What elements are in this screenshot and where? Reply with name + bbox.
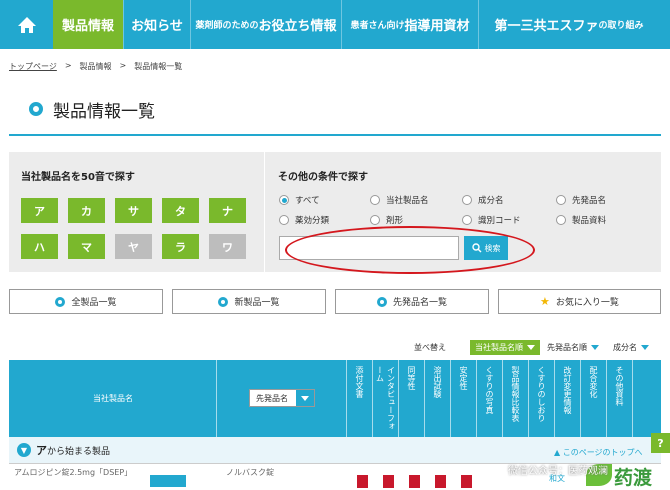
chevron-down-icon bbox=[527, 345, 535, 350]
breadcrumb-products[interactable]: 製品情報 bbox=[80, 61, 112, 72]
pdf-icon[interactable] bbox=[357, 475, 368, 488]
col-drug-photo: くすりの写真 bbox=[477, 360, 503, 437]
col-compatibility: 配合変化 bbox=[581, 360, 607, 437]
radio-original-product[interactable]: 先発品名 bbox=[556, 194, 606, 206]
circle-bullet-icon bbox=[55, 296, 66, 307]
radio-id-code[interactable]: 識別コード bbox=[462, 214, 521, 226]
sort-ingredient[interactable]: 成分名 bbox=[613, 342, 649, 353]
col-comparison: 製品情報比較表 bbox=[503, 360, 529, 437]
kana-button-ka[interactable]: カ bbox=[68, 198, 105, 223]
col-other-materials: その他資料 bbox=[607, 360, 633, 437]
chevron-down-icon: ▼ bbox=[17, 443, 31, 457]
radio-indicator[interactable] bbox=[279, 195, 289, 205]
nav-item-patient-materials[interactable]: 患者さん向け 指導用資材 bbox=[342, 0, 478, 49]
radio-all[interactable]: すべて bbox=[279, 194, 320, 206]
radio-product-materials[interactable]: 製品資料 bbox=[556, 214, 606, 226]
col-package-insert: 添付文書 bbox=[347, 360, 373, 437]
col-equivalence: 同等性 bbox=[399, 360, 425, 437]
kana-button-ma[interactable]: マ bbox=[68, 234, 105, 259]
product-name[interactable]: アムロジピン錠2.5mg「DSEP」 bbox=[14, 467, 132, 478]
col-product: 当社製品名 bbox=[9, 360, 217, 437]
nav-item-news[interactable]: お知らせ bbox=[124, 0, 190, 49]
kana-button-ha[interactable]: ハ bbox=[21, 234, 58, 259]
watermark-brand: 药渡 bbox=[614, 467, 653, 489]
kana-button-sa[interactable]: サ bbox=[115, 198, 152, 223]
kana-button-na[interactable]: ナ bbox=[209, 198, 246, 223]
pdf-icon[interactable] bbox=[409, 475, 420, 488]
dropdown-toggle[interactable] bbox=[296, 390, 314, 406]
highlight-ellipse bbox=[285, 226, 535, 274]
watermark-text: 微信公众号：医药观澜 bbox=[508, 466, 608, 477]
back-to-top-link[interactable]: ▲ このページのトップへ bbox=[554, 447, 643, 458]
circle-bullet-icon bbox=[376, 296, 387, 307]
kana-button-ta[interactable]: タ bbox=[162, 198, 199, 223]
radio-indicator[interactable] bbox=[462, 215, 472, 225]
radio-indicator[interactable] bbox=[279, 215, 289, 225]
pdf-icon[interactable] bbox=[435, 475, 446, 488]
chevron-down-icon bbox=[641, 345, 649, 350]
original-name-select[interactable]: 先発品名 bbox=[249, 389, 315, 407]
original-name: ノルバスク錠 bbox=[226, 468, 274, 477]
radio-indicator[interactable] bbox=[370, 195, 380, 205]
pdf-icon[interactable] bbox=[383, 475, 394, 488]
help-button[interactable]: ? bbox=[651, 433, 670, 453]
breadcrumb-top[interactable]: トップページ bbox=[9, 61, 57, 72]
all-products-button[interactable]: 全製品一覧 bbox=[9, 289, 163, 314]
radio-indicator[interactable] bbox=[556, 195, 566, 205]
page-title: 製品情報一覧 bbox=[53, 101, 155, 122]
home-icon[interactable] bbox=[0, 0, 53, 49]
kana-button-ra[interactable]: ラ bbox=[162, 234, 199, 259]
condition-search-title: その他の条件で探す bbox=[278, 172, 368, 183]
radio-indicator[interactable] bbox=[370, 215, 380, 225]
kana-search-title: 当社製品名を50音で探す bbox=[21, 172, 135, 183]
pdf-icon[interactable] bbox=[461, 475, 472, 488]
col-dissolution: 溶出試験 bbox=[425, 360, 451, 437]
circle-bullet-icon bbox=[29, 102, 43, 116]
sort-company-product[interactable]: 当社製品名順 bbox=[470, 340, 540, 355]
kana-button-ya: ヤ bbox=[115, 234, 152, 259]
radio-dosage-form[interactable]: 剤形 bbox=[370, 214, 403, 226]
kana-button-a[interactable]: ア bbox=[21, 198, 58, 223]
section-label: から始まる製品 bbox=[47, 446, 111, 457]
nav-item-initiatives[interactable]: 第一三共エスファ の取り組み bbox=[479, 0, 659, 49]
circle-bullet-icon bbox=[218, 296, 229, 307]
top-nav: 製品情報 お知らせ 薬剤師のための お役立ち情報 患者さん向け 指導用資材 第一三共… bbox=[0, 0, 670, 49]
sort-original-product[interactable]: 先発品名順 bbox=[547, 342, 599, 353]
star-icon: ★ bbox=[540, 295, 550, 308]
row-button[interactable] bbox=[150, 475, 186, 487]
nav-item-products[interactable]: 製品情報 bbox=[53, 0, 123, 49]
nav-item-useful-info[interactable]: 薬剤師のための お役立ち情報 bbox=[191, 0, 341, 49]
chevron-down-icon bbox=[301, 395, 309, 401]
chevron-down-icon bbox=[591, 345, 599, 350]
favorites-button[interactable]: ★ お気に入り一覧 bbox=[498, 289, 661, 314]
breadcrumb-sep: > bbox=[119, 61, 127, 70]
kana-button-wa: ワ bbox=[209, 234, 246, 259]
col-revision-info: 改訂変更情報 bbox=[555, 360, 581, 437]
radio-efficacy-class[interactable]: 薬効分類 bbox=[279, 214, 329, 226]
radio-company-product[interactable]: 当社製品名 bbox=[370, 194, 429, 206]
radio-indicator[interactable] bbox=[556, 215, 566, 225]
section-prefix: ア bbox=[36, 444, 47, 457]
col-drug-leaflet: くすりのしおり bbox=[529, 360, 555, 437]
col-interview-form: インタビューフォーム bbox=[373, 360, 399, 437]
sort-label: 並べ替え bbox=[414, 343, 446, 352]
breadcrumb-sep: > bbox=[64, 61, 72, 70]
page-title-box: 製品情報一覧 bbox=[9, 84, 661, 136]
table-header: 当社製品名 添付文書 インタビューフォーム 同等性 溶出試験 安定性 くすりの写… bbox=[9, 360, 661, 437]
breadcrumb: トップページ > 製品情報 > 製品情報一覧 bbox=[9, 61, 182, 72]
original-products-button[interactable]: 先発品名一覧 bbox=[335, 289, 489, 314]
col-stability: 安定性 bbox=[451, 360, 477, 437]
radio-ingredient[interactable]: 成分名 bbox=[462, 194, 504, 206]
new-products-button[interactable]: 新製品一覧 bbox=[172, 289, 326, 314]
radio-indicator[interactable] bbox=[462, 195, 472, 205]
breadcrumb-current: 製品情報一覧 bbox=[134, 62, 183, 71]
